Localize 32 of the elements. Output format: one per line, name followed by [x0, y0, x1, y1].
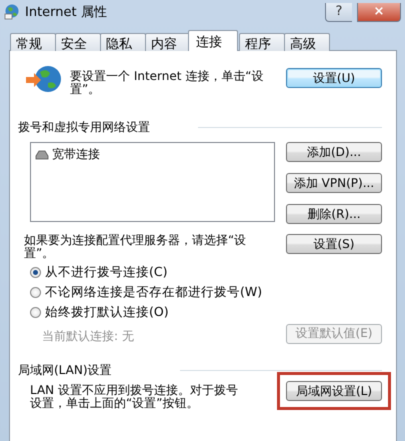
add-vpn-button[interactable]: 添加 VPN(P)...: [286, 173, 382, 193]
section-heading: 局域网(LAN)设置: [18, 362, 112, 379]
settings-button[interactable]: 设置(S): [286, 234, 382, 254]
help-button[interactable]: ?: [325, 2, 352, 22]
radio-button[interactable]: [30, 306, 41, 318]
radio-button[interactable]: [30, 286, 41, 298]
tab[interactable]: 常规: [10, 33, 56, 51]
radio-label: 始终拨打默认连接(O): [45, 304, 169, 320]
globe-icon: [4, 4, 20, 20]
remove-button[interactable]: 删除(R)...: [286, 204, 382, 224]
window-title: Internet 属性: [25, 4, 107, 21]
globe-icon: [24, 63, 64, 95]
setup-button[interactable]: 设置(U): [286, 68, 382, 88]
radio-button[interactable]: [30, 266, 41, 278]
radio-label: 从不进行拨号连接(C): [45, 264, 168, 280]
modem-icon: [35, 148, 49, 160]
lan-instructions: LAN 设置不应用到拨号连接。对于拨号设置，单击上面的“设置”按钮。: [30, 384, 239, 410]
setup-instructions: 要设置一个 Internet 连接，单击“设置”。: [70, 70, 264, 96]
radio-label: 不论网络连接是否存在都进行拨号(W): [45, 284, 262, 300]
default-connection-label: 当前默认连接: 无: [42, 328, 134, 345]
tab[interactable]: 连接: [188, 30, 238, 51]
tab[interactable]: 安全: [55, 33, 101, 51]
tab[interactable]: 程序: [239, 33, 285, 51]
lan-settings-button[interactable]: 局域网设置(L): [286, 381, 382, 401]
connection-list[interactable]: 宽带连接: [30, 142, 275, 222]
tab[interactable]: 内容: [145, 33, 191, 51]
proxy-instructions: 如果要为连接配置代理服务器，请选择“设置”。: [24, 234, 248, 260]
tab[interactable]: 高级: [284, 33, 330, 51]
tab[interactable]: 隐私: [100, 33, 146, 51]
connection-item[interactable]: 宽带连接: [52, 146, 100, 163]
add-button[interactable]: 添加(D)...: [286, 142, 382, 162]
section-heading: 拨号和虚拟专用网络设置: [18, 119, 150, 136]
